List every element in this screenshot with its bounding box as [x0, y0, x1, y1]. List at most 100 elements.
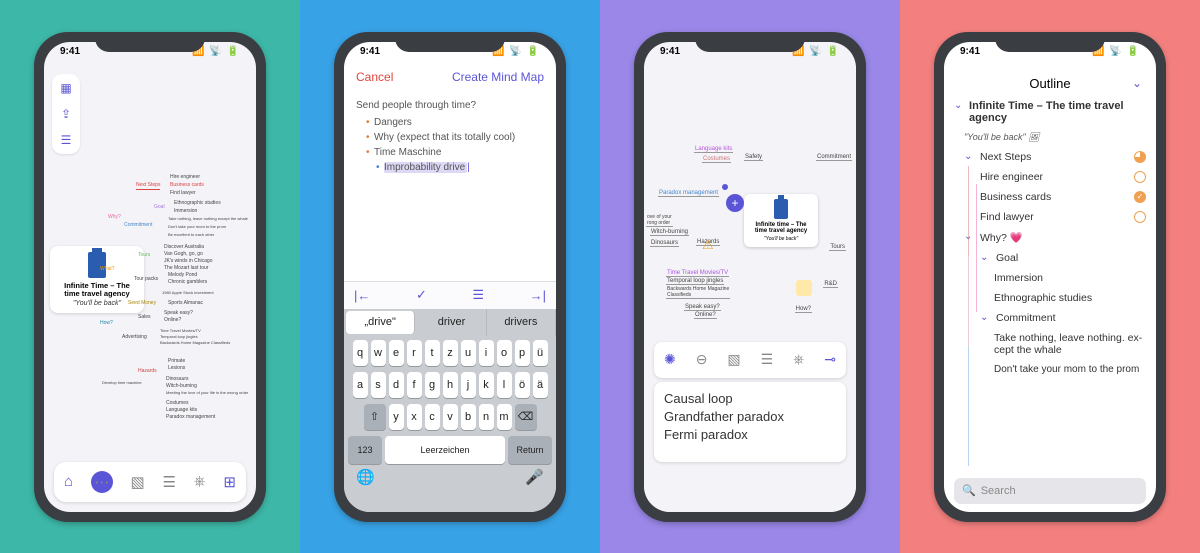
node-why[interactable]: Why? [108, 214, 121, 222]
node[interactable]: Time Travel Movies/TV [666, 270, 729, 277]
node-how[interactable]: How? [100, 320, 113, 328]
style-icon[interactable]: ⎈ [194, 473, 206, 490]
key-t[interactable]: t [425, 340, 440, 366]
node[interactable]: Take nothing, leave nothing except the w… [168, 216, 248, 223]
key-e[interactable]: e [389, 340, 404, 366]
suggestion[interactable]: drivers [487, 309, 556, 336]
key-i[interactable]: i [479, 340, 494, 366]
node[interactable]: 1980 Apple Stock investment [162, 290, 214, 297]
node-what[interactable]: What? [100, 266, 114, 274]
node-develop[interactable]: Develop time machine [102, 380, 142, 387]
link-icon[interactable]: ⊸ [824, 351, 836, 368]
node[interactable]: Meeting the love of your life in the wro… [166, 390, 248, 397]
node[interactable]: Find lawyer [170, 190, 196, 198]
node[interactable]: R&D [823, 281, 838, 288]
node[interactable]: Safety [744, 154, 763, 161]
key-p[interactable]: p [515, 340, 530, 366]
node-selected[interactable]: Paradox management [658, 190, 719, 197]
key-d[interactable]: d [389, 372, 404, 398]
layers-icon[interactable]: ⊞ [223, 473, 236, 491]
key-h[interactable]: h [443, 372, 458, 398]
search-input[interactable]: 🔍 Search [954, 478, 1146, 504]
key-u[interactable]: u [461, 340, 476, 366]
chevron-down-icon[interactable]: ⌄ [964, 231, 974, 242]
suggestion[interactable]: „drive" [346, 311, 415, 334]
key-v[interactable]: v [443, 404, 458, 430]
mindmap-canvas[interactable]: Next Steps Hire engineer Business cards … [144, 86, 252, 452]
check-icon[interactable]: ✓ [416, 287, 427, 303]
node[interactable]: Online? [164, 317, 181, 325]
style-icon[interactable]: ⎈ [793, 351, 804, 368]
key-k[interactable]: k [479, 372, 494, 398]
node-seed[interactable]: Seed Money [128, 300, 156, 308]
node[interactable]: Don't take your mom to the prom [168, 224, 226, 231]
outline-item[interactable]: Take nothing, leave nothing. ex- cept th… [944, 328, 1156, 360]
list-icon[interactable]: ☰ [58, 132, 74, 148]
notes-icon[interactable]: ☰ [761, 351, 774, 368]
key-g[interactable]: g [425, 372, 440, 398]
outline-item[interactable]: ⌄ Next Steps [944, 147, 1156, 167]
key-z[interactable]: z [443, 340, 458, 366]
outline-root[interactable]: Send people through time? [356, 100, 544, 111]
collapse-icon[interactable]: ⊖ [696, 351, 708, 368]
grid-icon[interactable]: ▦ [58, 80, 74, 96]
outline-item[interactable]: Don't take your mom to the prom [944, 360, 1156, 379]
key-b[interactable]: b [461, 404, 476, 430]
node[interactable]: Online? [694, 312, 717, 319]
chevron-down-icon[interactable]: ⌄ [980, 312, 990, 323]
outline-item[interactable]: Time Maschine [366, 145, 544, 160]
mindmap-canvas[interactable]: Language kits Costumes Safety Commitment… [644, 66, 856, 512]
key-⇧[interactable]: ⇧ [364, 404, 386, 430]
outline-root[interactable]: ⌄ Infinite Time – The time travel agency [944, 96, 1156, 128]
indent-icon[interactable]: →| [530, 288, 546, 303]
node[interactable]: Dinosaurs [650, 240, 679, 247]
node-sales[interactable]: Sales [138, 314, 151, 322]
node[interactable]: Temporal loop jingles [666, 278, 724, 285]
note-icon[interactable]: ☰ [472, 287, 484, 303]
key-q[interactable]: q [353, 340, 368, 366]
chevron-down-icon[interactable]: ⌄ [1132, 76, 1142, 90]
node-hazards[interactable]: Hazards [138, 368, 157, 376]
key-123[interactable]: 123 [348, 436, 382, 464]
node-tours[interactable]: Tours [138, 252, 150, 260]
node[interactable]: Sports Almanac [168, 300, 203, 308]
chevron-down-icon[interactable]: ⌄ [980, 252, 990, 263]
key-w[interactable]: w [371, 340, 386, 366]
node-tourpacks[interactable]: Tour packs [134, 276, 158, 284]
chevron-down-icon[interactable]: ⌄ [954, 100, 963, 111]
node[interactable]: How? [795, 306, 812, 313]
node[interactable]: Hire engineer [170, 174, 200, 182]
key-m[interactable]: m [497, 404, 512, 430]
root-card[interactable]: Infinite time – The time travel agency "… [744, 194, 818, 247]
node[interactable]: Ethnographic studies [174, 200, 221, 208]
key-a[interactable]: a [353, 372, 368, 398]
chat-icon[interactable]: ⋯ [91, 471, 113, 493]
key-f[interactable]: f [407, 372, 422, 398]
node[interactable]: Commitment [816, 154, 852, 161]
outline-item[interactable]: Why (expect that its totally cool) [366, 130, 544, 145]
key-space[interactable]: Leerzeichen [385, 436, 505, 464]
add-button[interactable]: + [726, 194, 744, 212]
key-ä[interactable]: ä [533, 372, 548, 398]
key-y[interactable]: y [389, 404, 404, 430]
node-nextsteps[interactable]: Next Steps [136, 182, 160, 190]
chevron-down-icon[interactable]: ⌄ [964, 151, 974, 162]
node-adv[interactable]: Advertising [122, 334, 147, 342]
node[interactable]: Immersion [174, 208, 197, 216]
image-icon[interactable]: ▧ [727, 351, 740, 368]
notes-icon[interactable]: ☰ [162, 473, 175, 491]
node-commit[interactable]: Commitment [124, 222, 152, 230]
image-icon[interactable]: ▧ [131, 473, 145, 491]
node[interactable]: Paradox management [166, 414, 215, 422]
sticky-note-icon[interactable] [796, 280, 812, 296]
node[interactable]: Business cards [170, 182, 204, 190]
selection-handle[interactable] [722, 184, 728, 190]
outline-item-editing[interactable]: Improbability drive| [376, 160, 544, 175]
outline-editor[interactable]: Send people through time? Dangers Why (e… [356, 100, 544, 175]
outdent-icon[interactable]: |← [354, 288, 370, 303]
node[interactable]: Be excellent to each other [168, 232, 214, 239]
suggestion[interactable]: driver [417, 309, 486, 336]
node[interactable]: Backwards Home Magazine Classifieds [666, 286, 730, 299]
key-o[interactable]: o [497, 340, 512, 366]
share-icon[interactable]: ⇪ [58, 106, 74, 122]
